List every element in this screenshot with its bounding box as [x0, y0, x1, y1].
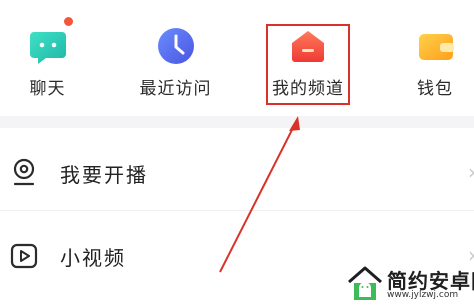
section-separator [0, 116, 474, 128]
chat-bubble-icon [29, 32, 66, 64]
live-camera-icon [13, 158, 35, 186]
play-video-icon [10, 243, 38, 269]
highlight-box [266, 24, 350, 105]
chevron-right-icon: › [468, 160, 474, 184]
shortcut-grid: 聊天 最近访问 我的频道 钱包 [0, 0, 474, 116]
grid-item-chat[interactable]: 聊天 [0, 0, 95, 116]
clock-icon [157, 28, 194, 64]
grid-label-wallet: 钱包 [417, 79, 453, 99]
grid-label-recent: 最近访问 [139, 79, 212, 99]
wallet-icon [419, 34, 454, 60]
list-item-go-live[interactable]: 我要开播 › [0, 132, 474, 212]
list-item-label: 我要开播 [60, 163, 148, 187]
grid-label-chat: 聊天 [29, 79, 66, 99]
watermark: 简约安卓网 www.jylzwj.com [345, 262, 474, 306]
grid-item-recent[interactable]: 最近访问 [128, 0, 223, 116]
list-item-label: 小视频 [60, 246, 126, 270]
grid-item-wallet[interactable]: 钱包 [396, 0, 474, 116]
notification-dot [64, 17, 73, 26]
watermark-url: www.jylzwj.com [387, 290, 459, 300]
android-house-logo-icon [348, 266, 382, 300]
row-divider [0, 210, 474, 211]
